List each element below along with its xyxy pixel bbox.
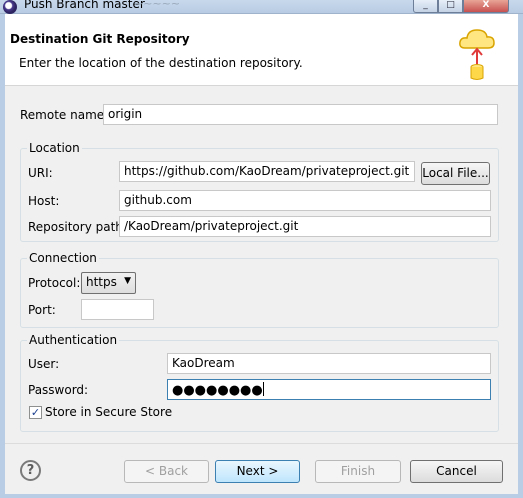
password-input[interactable]: ●●●●●●●●: [167, 379, 491, 400]
window-titlebar: Push Branch master ~~~~~ _ □ X: [0, 0, 523, 14]
remote-name-label: Remote name:: [20, 108, 109, 122]
next-button[interactable]: Next >: [215, 460, 300, 483]
host-label: Host:: [28, 194, 60, 208]
eclipse-app-icon: [3, 0, 17, 14]
authentication-group-title: Authentication: [27, 333, 120, 347]
background-window-text: ~~~~~: [134, 0, 181, 10]
store-secure-label: Store in Secure Store: [45, 405, 173, 419]
port-input[interactable]: [81, 299, 154, 320]
help-icon[interactable]: ?: [20, 460, 41, 481]
connection-group-title: Connection: [27, 251, 99, 265]
wizard-page-description: Enter the location of the destination re…: [19, 56, 303, 70]
footer-separator: [5, 443, 518, 444]
cloud-upload-icon: [459, 29, 495, 80]
window-title: Push Branch master: [24, 0, 145, 11]
protocol-select[interactable]: https ▼: [81, 272, 136, 294]
window-frame-left: [0, 14, 5, 498]
host-input[interactable]: github.com: [119, 190, 491, 211]
close-window-button[interactable]: X: [463, 0, 509, 13]
chevron-down-icon: ▼: [124, 276, 131, 286]
wizard-page-title: Destination Git Repository: [10, 32, 190, 46]
protocol-label: Protocol:: [28, 276, 81, 290]
uri-input[interactable]: https://github.com/KaoDream/privateproje…: [119, 161, 415, 182]
location-group-title: Location: [27, 141, 82, 155]
finish-button[interactable]: Finish: [315, 460, 401, 483]
user-label: User:: [28, 357, 60, 371]
text-caret: [262, 382, 264, 396]
window-frame-bottom: [0, 494, 523, 498]
wizard-header: Destination Git Repository Enter the loc…: [5, 14, 518, 86]
local-file-button[interactable]: Local File...: [421, 162, 490, 185]
cancel-button[interactable]: Cancel: [410, 460, 503, 483]
window-frame-right: [518, 14, 523, 498]
repository-path-label: Repository path:: [28, 220, 127, 234]
minimize-button[interactable]: _: [413, 0, 438, 13]
password-masked-value: ●●●●●●●●: [172, 383, 263, 398]
port-label: Port:: [28, 303, 56, 317]
user-input[interactable]: KaoDream: [167, 353, 491, 374]
remote-name-input[interactable]: origin: [103, 104, 498, 125]
repository-path-input[interactable]: /KaoDream/privateproject.git: [119, 216, 491, 237]
back-button[interactable]: < Back: [124, 460, 209, 483]
maximize-button[interactable]: □: [438, 0, 463, 13]
uri-label: URI:: [28, 166, 53, 180]
protocol-selected-value: https: [86, 275, 117, 289]
password-label: Password:: [28, 383, 89, 397]
store-secure-checkbox[interactable]: ✓: [29, 406, 42, 419]
